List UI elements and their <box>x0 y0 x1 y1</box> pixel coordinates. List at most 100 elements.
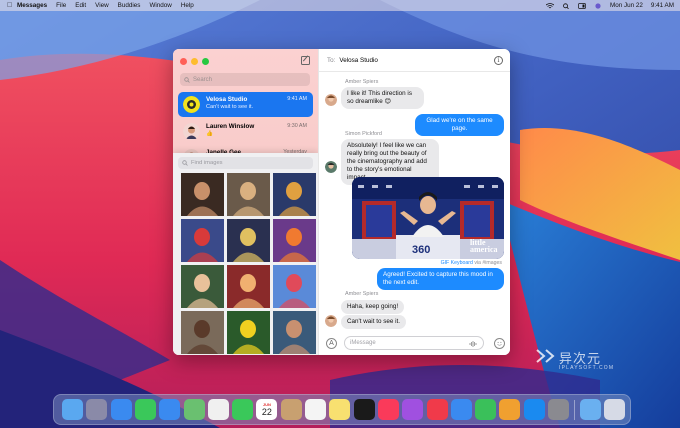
gif-search-input[interactable]: Find images <box>178 157 313 169</box>
app-store-button[interactable]: A <box>326 338 337 349</box>
zoom-button[interactable] <box>202 58 209 65</box>
audio-waveform-icon[interactable] <box>469 340 477 348</box>
conversation-time: 9:41 AM <box>287 96 307 102</box>
gif-thumbnail[interactable] <box>181 311 224 354</box>
podcasts-icon[interactable] <box>402 399 424 420</box>
messages-icon[interactable] <box>134 399 156 420</box>
gif-search-placeholder: Find images <box>191 160 223 166</box>
finder-icon[interactable] <box>62 399 83 420</box>
watermark-logo-icon <box>536 349 555 363</box>
menu-edit[interactable]: Edit <box>75 2 86 9</box>
menu-buddies[interactable]: Buddies <box>118 2 141 9</box>
minimize-button[interactable] <box>191 58 198 65</box>
menu-file[interactable]: File <box>56 2 66 9</box>
gif-thumbnail[interactable] <box>273 311 316 354</box>
search-placeholder: Search <box>193 76 213 83</box>
numbers-icon[interactable] <box>475 399 497 420</box>
recipient-name[interactable]: Velosa Studio <box>339 57 378 64</box>
wifi-icon[interactable] <box>545 2 554 9</box>
conversation-time: 9:30 AM <box>287 123 307 129</box>
gif-thumbnail[interactable] <box>181 219 224 262</box>
search-icon <box>184 76 190 83</box>
watermark-subtitle: IPLAYSOFT.COM <box>559 365 615 371</box>
message-composer: A iMessage <box>319 332 510 355</box>
close-button[interactable] <box>180 58 187 65</box>
message-placeholder: iMessage <box>350 340 376 346</box>
gif-thumbnail[interactable] <box>227 265 270 308</box>
gif-thumbnail[interactable] <box>181 173 224 216</box>
menu-window[interactable]: Window <box>149 2 171 9</box>
maps-icon[interactable] <box>183 399 205 420</box>
apple-menu-icon[interactable]:  <box>7 2 17 9</box>
gif-picker: Find images <box>173 153 318 355</box>
gif-thumbnail[interactable] <box>273 219 316 262</box>
conversation-name: Velosa Studio <box>206 96 248 103</box>
avatar <box>325 94 337 106</box>
sidebar: Search Velosa Studio Can't wait to see i… <box>173 49 318 355</box>
avatar <box>325 315 337 327</box>
dock: JUN 22 <box>53 394 631 425</box>
conversation-velosa-studio[interactable]: Velosa Studio Can't wait to see it. 9:41… <box>178 92 313 117</box>
info-icon[interactable]: i <box>494 56 503 65</box>
search-input[interactable]: Search <box>180 73 310 86</box>
sender-name: Simon Pickford <box>345 131 382 137</box>
gif-thumbnail[interactable] <box>227 173 270 216</box>
menu-view[interactable]: View <box>95 2 109 9</box>
via-text: via #images <box>474 260 502 266</box>
music-icon[interactable] <box>377 399 399 420</box>
menu-help[interactable]: Help <box>181 2 194 9</box>
to-label: To: <box>327 56 336 64</box>
gif-keyboard-link[interactable]: GIF Keyboard <box>441 260 473 266</box>
siri-icon[interactable] <box>594 2 602 9</box>
avatar <box>183 123 200 140</box>
conversation-lauren-winslow[interactable]: Lauren Winslow 👍 9:30 AM <box>178 119 313 144</box>
launchpad-icon[interactable] <box>86 399 108 420</box>
search-icon <box>182 160 188 166</box>
menu-time[interactable]: 9:41 AM <box>651 2 674 9</box>
search-icon[interactable] <box>562 2 570 9</box>
mail-icon[interactable] <box>159 399 181 420</box>
menu-messages[interactable]: Messages <box>17 2 47 9</box>
chat-pane: To: Velosa Studio i Amber Spiers I like … <box>318 49 510 355</box>
calendar-day: 22 <box>261 407 272 417</box>
app-store-icon[interactable] <box>523 399 545 420</box>
gif-thumbnail[interactable] <box>273 173 316 216</box>
message-bubble[interactable]: Agreed! Excited to capture this mood in … <box>377 268 504 290</box>
control-center-icon[interactable] <box>578 2 586 9</box>
emoji-icon[interactable] <box>494 338 505 349</box>
message-bubble[interactable]: I like it! This direction is so dreamlik… <box>341 87 424 109</box>
avatar <box>325 161 337 173</box>
gif-thumbnail[interactable] <box>227 311 270 354</box>
safari-icon[interactable] <box>110 399 132 420</box>
notes-icon[interactable] <box>329 399 351 420</box>
apple-tv-icon[interactable] <box>353 399 375 420</box>
message-bubble[interactable]: Glad we're on the same page. <box>415 114 504 136</box>
message-bubble[interactable]: Haha, keep going! <box>341 300 405 314</box>
calendar-icon[interactable]: JUN 22 <box>256 399 278 420</box>
photos-icon[interactable] <box>207 399 229 420</box>
system-preferences-icon[interactable] <box>548 399 569 420</box>
trash-icon[interactable] <box>604 399 625 420</box>
compose-icon[interactable] <box>301 56 310 65</box>
contacts-icon[interactable] <box>280 399 302 420</box>
sender-name: Amber Spiers <box>345 291 379 297</box>
keynote-icon[interactable] <box>450 399 472 420</box>
menu-bar:  Messages File Edit View Buddies Window… <box>0 0 680 11</box>
reminders-icon[interactable] <box>305 399 326 420</box>
downloads-folder-icon[interactable] <box>580 399 601 420</box>
menu-date[interactable]: Mon Jun 22 <box>610 2 643 9</box>
dock-separator <box>574 400 575 420</box>
message-bubble[interactable]: Can't wait to see it. <box>341 315 407 329</box>
gif-thumbnail[interactable] <box>273 265 316 308</box>
gif-thumbnail[interactable] <box>227 219 270 262</box>
facetime-icon[interactable] <box>232 399 254 420</box>
chat-header: To: Velosa Studio i <box>319 49 510 72</box>
gif-message[interactable]: 360 little america <box>352 177 504 259</box>
gif-thumbnail[interactable] <box>181 265 224 308</box>
pages-icon[interactable] <box>499 399 521 420</box>
news-icon[interactable] <box>426 399 448 420</box>
message-input[interactable]: iMessage <box>344 336 484 350</box>
svg-text:360: 360 <box>412 244 430 256</box>
conversation-preview: 👍 <box>206 131 213 137</box>
gif-caption: little america <box>470 238 498 254</box>
